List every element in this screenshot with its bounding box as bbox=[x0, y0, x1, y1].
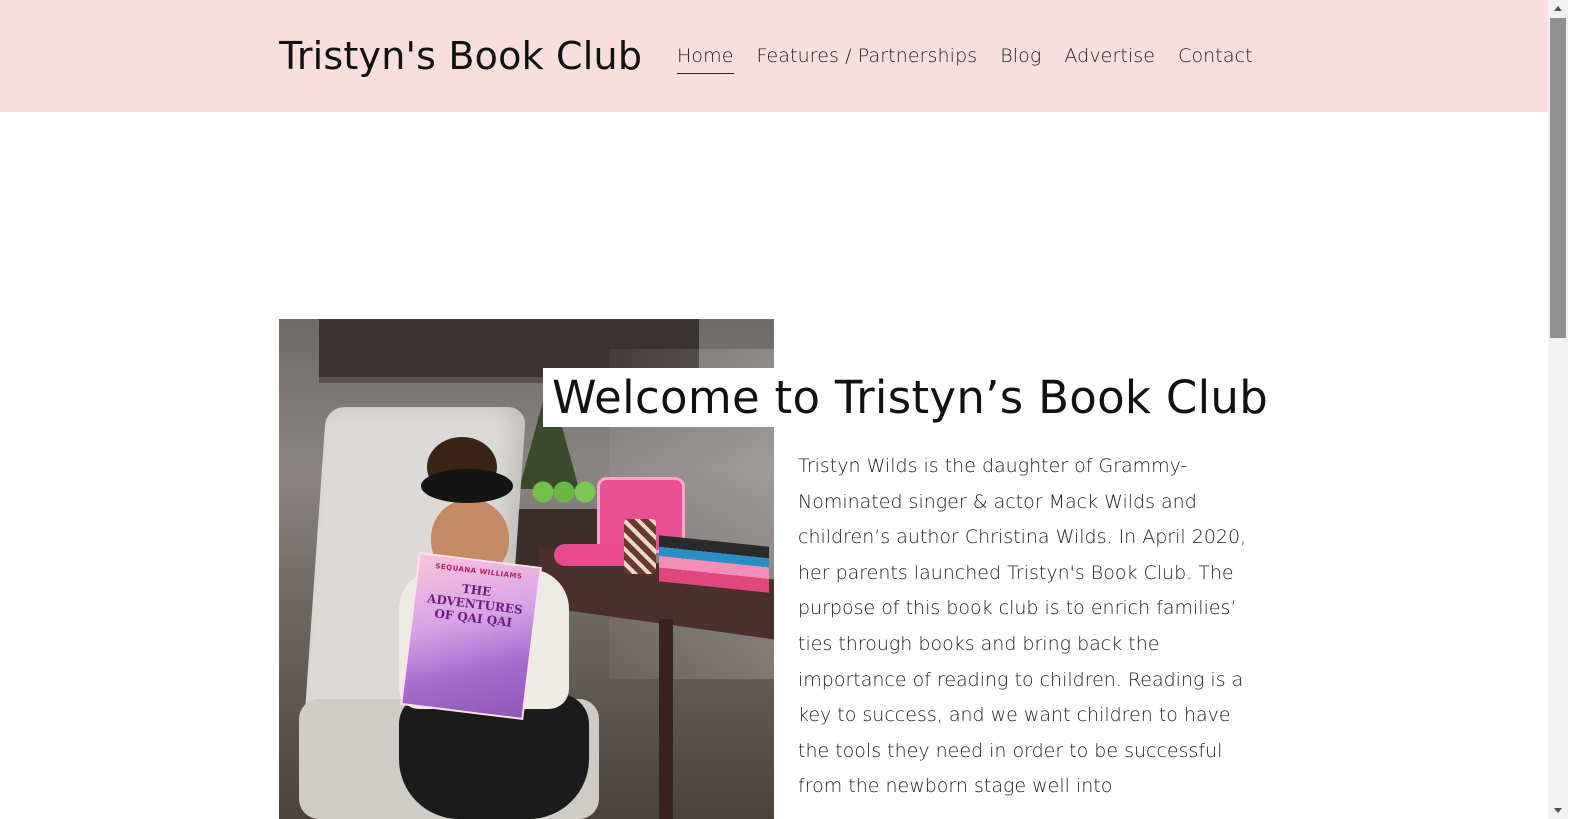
site-header: Tristyn's Book Club Home Features / Part… bbox=[0, 0, 1548, 112]
scroll-down-arrow-icon[interactable] bbox=[1548, 802, 1568, 819]
nav-blog[interactable]: Blog bbox=[1000, 42, 1041, 74]
photo-book-title: THE ADVENTURES OF QAI QAI bbox=[426, 581, 524, 630]
main-nav: Home Features / Partnerships Blog Advert… bbox=[677, 42, 1253, 74]
nav-contact[interactable]: Contact bbox=[1178, 42, 1253, 74]
scroll-thumb[interactable] bbox=[1550, 18, 1566, 338]
site-title[interactable]: Tristyn's Book Club bbox=[279, 30, 642, 82]
scroll-up-arrow-icon[interactable] bbox=[1548, 0, 1568, 17]
intro-paragraph: Tristyn Wilds is the daughter of Grammy-… bbox=[798, 455, 1247, 798]
nav-advertise[interactable]: Advertise bbox=[1064, 42, 1155, 74]
window-edge bbox=[1568, 0, 1584, 819]
photo-girl-bow bbox=[421, 469, 513, 503]
photo-tin bbox=[624, 519, 656, 574]
nav-features-partnerships[interactable]: Features / Partnerships bbox=[757, 42, 978, 74]
welcome-title: Welcome to Tristyn’s Book Club bbox=[552, 371, 1269, 424]
page-scrollbar[interactable] bbox=[1548, 0, 1568, 819]
photo-apples bbox=[529, 479, 599, 505]
welcome-heading-box: Welcome to Tristyn’s Book Club bbox=[543, 368, 1278, 427]
photo-book: SEQUANA WILLIAMS THE ADVENTURES OF QAI Q… bbox=[400, 552, 542, 720]
nav-home[interactable]: Home bbox=[677, 42, 734, 74]
page: Tristyn's Book Club Home Features / Part… bbox=[0, 0, 1548, 819]
photo-table-leg bbox=[659, 619, 673, 819]
